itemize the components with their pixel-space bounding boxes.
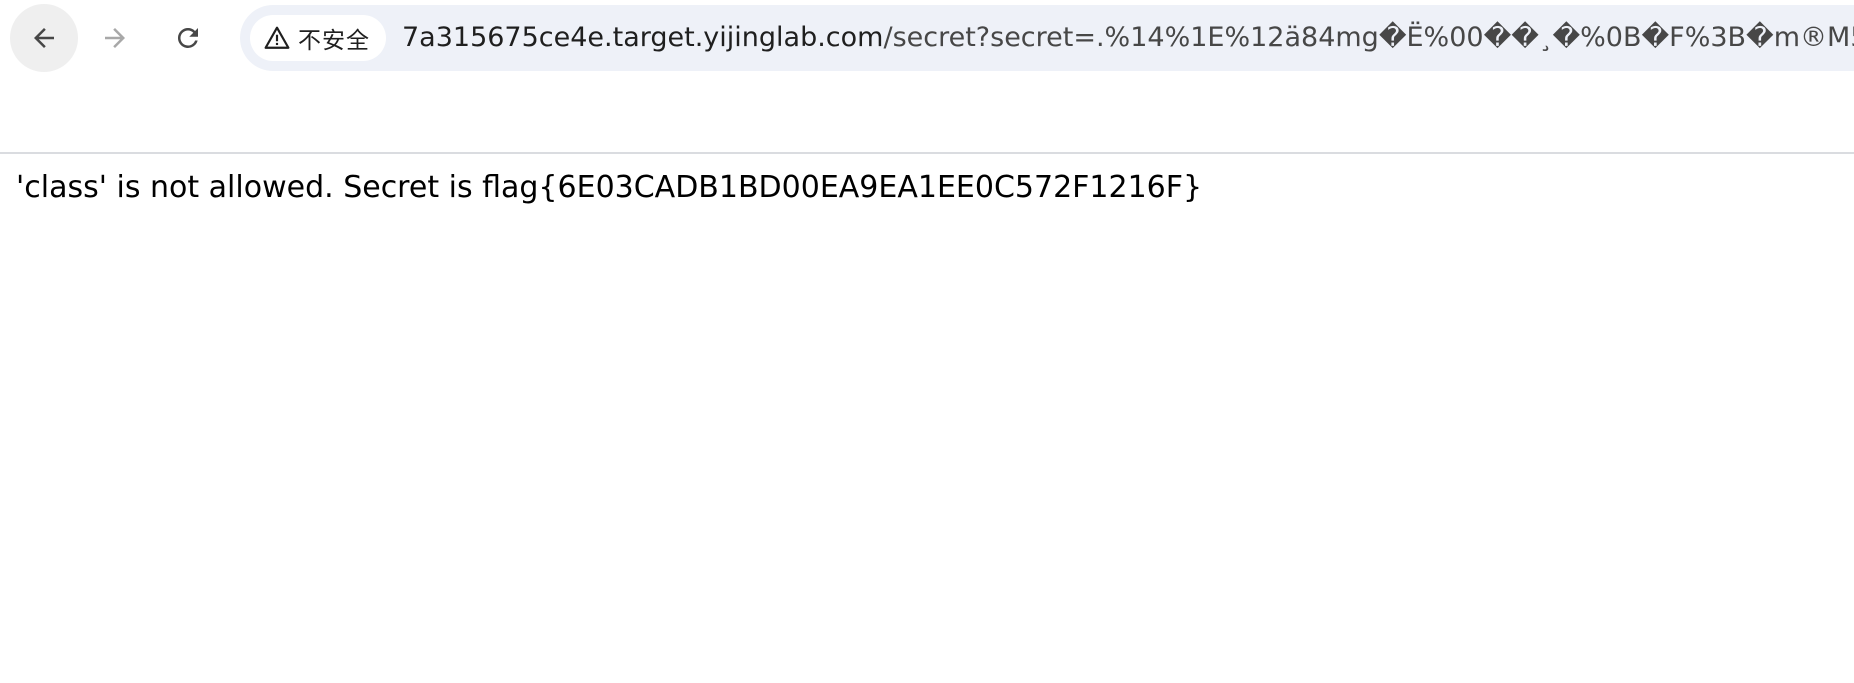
arrow-right-icon	[105, 28, 125, 48]
url-path: /secret?secret=.%14%1E%12ä84mg�Ë%00��¸�%…	[883, 22, 1854, 53]
toolbar-divider	[0, 152, 1854, 154]
page-message: 'class' is not allowed. Secret is flag{6…	[16, 170, 1203, 205]
address-bar[interactable]: 不安全 7a315675ce4e.target.yijinglab.com/se…	[240, 5, 1854, 71]
forward-button[interactable]	[81, 4, 149, 72]
arrow-left-icon	[34, 28, 54, 48]
url-field[interactable]: 7a315675ce4e.target.yijinglab.com/secret…	[402, 5, 1854, 71]
reload-button[interactable]	[154, 4, 222, 72]
back-button[interactable]	[10, 4, 78, 72]
security-label: 不安全	[298, 28, 370, 54]
reload-icon	[177, 27, 198, 48]
browser-toolbar: 不安全 7a315675ce4e.target.yijinglab.com/se…	[0, 0, 1854, 76]
security-indicator[interactable]: 不安全	[250, 15, 386, 61]
url-host: 7a315675ce4e.target.yijinglab.com	[402, 22, 884, 53]
warning-triangle-icon	[264, 26, 290, 49]
